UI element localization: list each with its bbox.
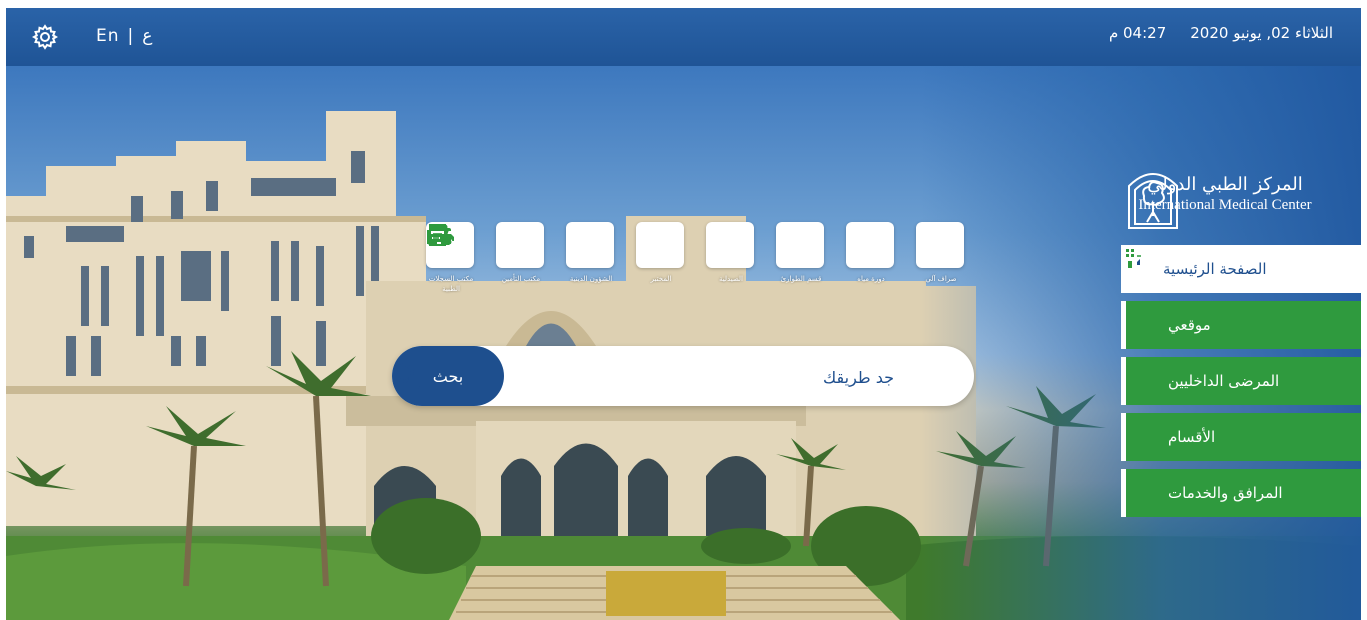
medical-records-icon <box>429 224 450 246</box>
quick-link-religious-affairs[interactable]: الشؤون الدينية <box>427 222 616 294</box>
quick-link-label: قسم الطوارئ <box>780 275 822 283</box>
bed-icon <box>1122 247 1168 392</box>
heart-pulse-icon <box>1122 246 1168 448</box>
quick-link-label: الصيدلية <box>719 275 743 283</box>
quick-link-pharmacy[interactable]: الصيدلية <box>430 222 756 294</box>
language-separator: | <box>127 26 135 46</box>
wayfinding-search-bar: بحث <box>392 346 974 406</box>
search-icon[interactable] <box>392 361 422 391</box>
side-navigation-menu: الصفحة الرئيسية موقعي المرضى الداخليين ا… <box>1121 245 1361 525</box>
quick-link-laboratory[interactable]: المختبر <box>428 222 686 294</box>
quick-link-label: الشؤون الدينية <box>569 275 613 283</box>
menu-item-my-location[interactable]: موقعي <box>1121 246 1361 349</box>
menu-item-departments[interactable]: الأقسام <box>1121 246 1361 461</box>
language-switcher: En | ع <box>96 26 152 46</box>
quick-link-medical-records[interactable]: مكتب السجلات الطبية <box>426 222 476 294</box>
language-english-button[interactable]: En <box>96 26 120 46</box>
top-bar: En | ع الثلاثاء 02, يونيو 2020 04:27 م <box>6 8 1361 66</box>
search-input[interactable] <box>522 360 896 394</box>
kiosk-screen: En | ع الثلاثاء 02, يونيو 2020 04:27 م ا… <box>6 8 1361 620</box>
quick-link-restroom[interactable]: دورة مياه <box>430 222 896 294</box>
menu-item-label: المرافق والخدمات <box>1168 484 1283 502</box>
menu-item-inpatients[interactable]: المرضى الداخليين <box>1121 247 1361 405</box>
location-pin-icon <box>1123 246 1168 336</box>
menu-item-facilities-services[interactable]: المرافق والخدمات <box>1121 246 1361 517</box>
tree-arch-logo-icon <box>1128 173 1178 229</box>
menu-item-label: المرضى الداخليين <box>1168 372 1280 390</box>
current-date: الثلاثاء 02, يونيو 2020 <box>1190 24 1333 42</box>
quick-link-atm[interactable]: صراف آلي <box>431 222 966 294</box>
menu-item-label: الصفحة الرئيسية <box>1163 260 1267 278</box>
quick-link-emergency[interactable]: قسم الطوارئ <box>428 222 826 294</box>
quick-link-label: مكتب التأمين <box>501 275 541 283</box>
menu-item-home[interactable]: الصفحة الرئيسية <box>1121 245 1361 293</box>
menu-item-label: الأقسام <box>1168 428 1216 446</box>
hospital-logo: المركز الطبي الدولي International Medica… <box>1125 166 1325 229</box>
quick-link-label: دورة مياه <box>857 275 885 283</box>
settings-gear-icon[interactable] <box>32 24 58 50</box>
quick-link-insurance-office[interactable]: مكتب التأمين <box>429 222 546 294</box>
building-icon <box>1123 246 1168 504</box>
date-time-display: الثلاثاء 02, يونيو 2020 04:27 م <box>1109 24 1333 42</box>
language-arabic-button[interactable]: ع <box>142 26 152 46</box>
menu-item-label: موقعي <box>1168 316 1211 334</box>
quick-link-label: مكتب السجلات الطبية <box>428 275 474 293</box>
quick-link-label: صراف آلي <box>925 275 957 283</box>
hero-background: المركز الطبي الدولي International Medica… <box>6 66 1361 620</box>
quick-link-label: المختبر <box>650 275 672 283</box>
current-time: 04:27 م <box>1108 24 1167 42</box>
quick-links-bar: صراف آلي دورة مياه قسم الطوارئ الصيدلية … <box>426 222 966 294</box>
